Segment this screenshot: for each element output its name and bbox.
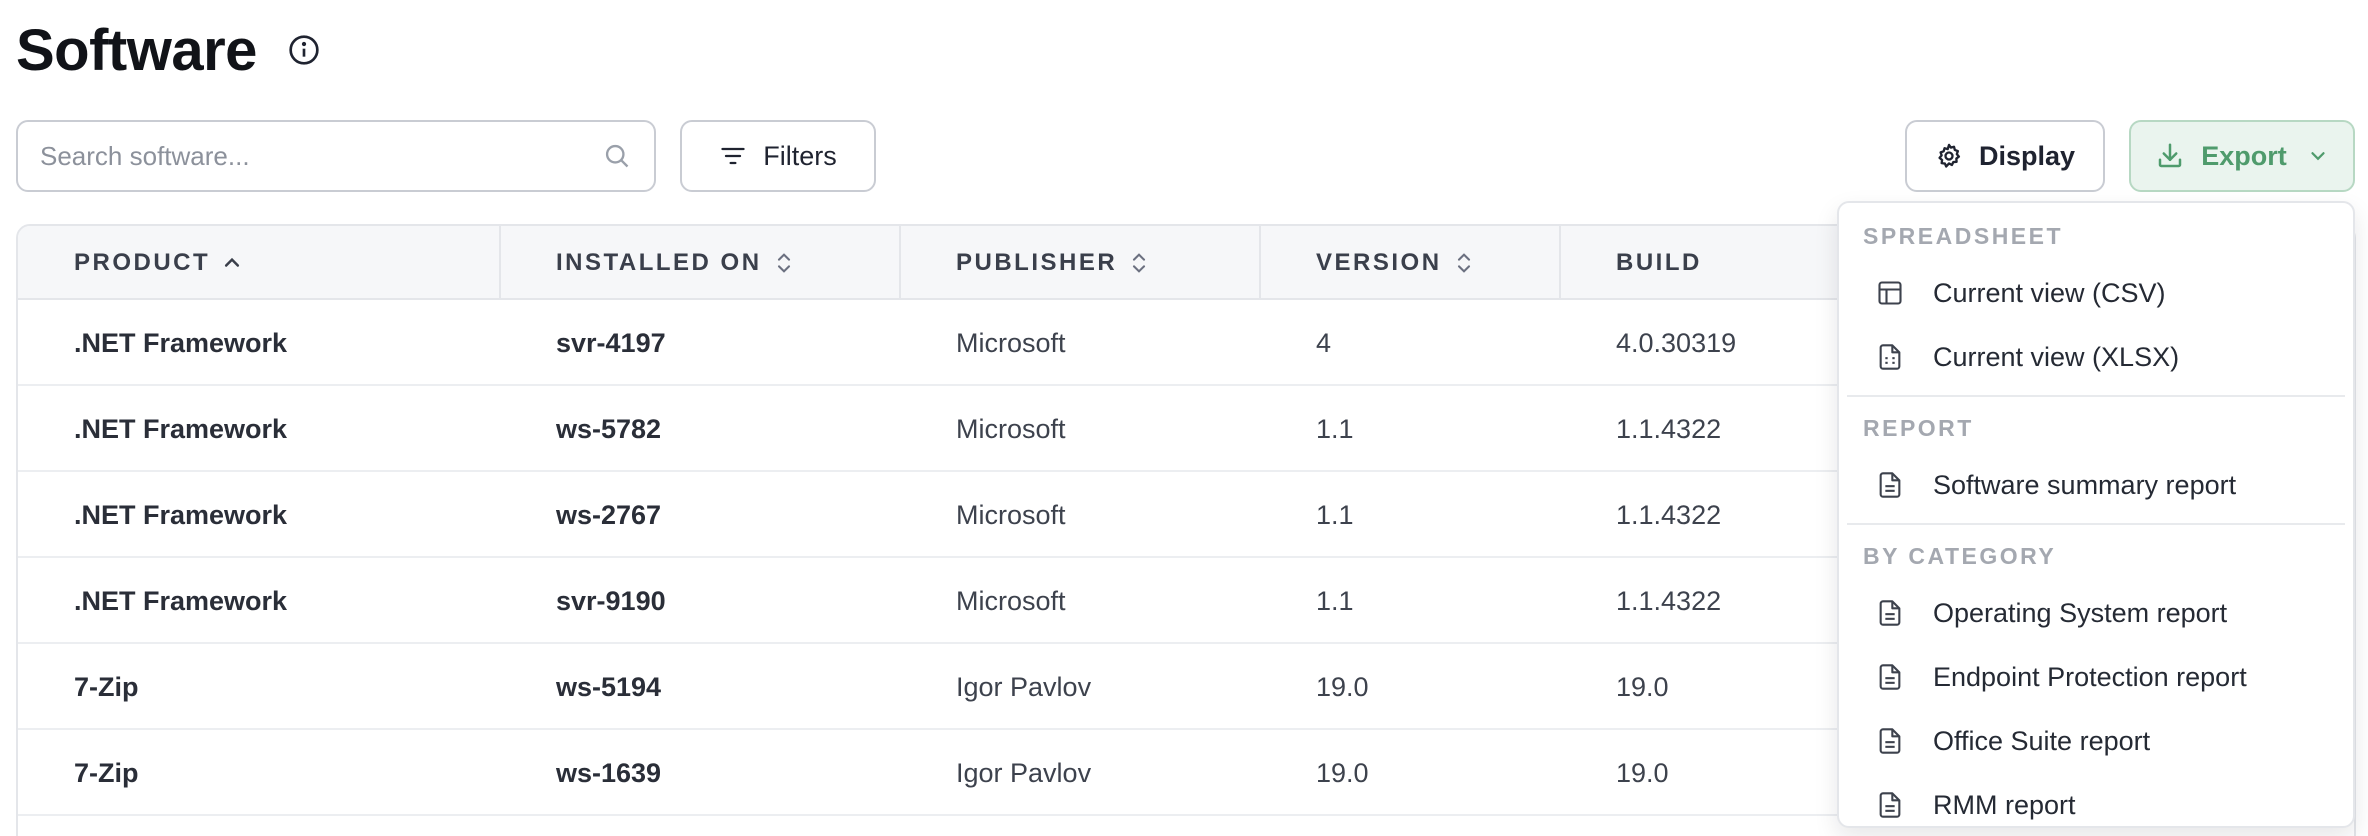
filter-icon: [719, 142, 747, 170]
spreadsheet-file-icon: [1875, 342, 1905, 372]
cell-publisher: Microsoft: [956, 327, 1066, 358]
chevron-down-icon: [2307, 145, 2329, 167]
document-icon: [1875, 662, 1905, 692]
cell-version: 4: [1316, 327, 1332, 358]
menu-item-label: Operating System report: [1933, 597, 2228, 628]
filters-button[interactable]: Filters: [680, 120, 876, 192]
title-row: Software: [16, 12, 321, 88]
sort-ascending-icon: [222, 253, 242, 273]
software-page: Software Filters Display: [0, 0, 2368, 836]
cell-build: 19.0: [1616, 757, 1669, 788]
cell-build: 1.1.4322: [1616, 413, 1722, 444]
menu-divider: [1847, 523, 2345, 525]
menu-item-rmm-report[interactable]: RMM report: [1839, 773, 2353, 836]
cell-installed-on: ws-5194: [556, 671, 662, 702]
export-button[interactable]: Export: [2129, 120, 2355, 192]
menu-item-label: Software summary report: [1933, 469, 2237, 500]
info-icon[interactable]: [287, 33, 321, 67]
cell-installed-on: svr-4197: [556, 327, 666, 358]
export-menu: SPREADSHEET Current view (CSV) Current v…: [1837, 201, 2355, 828]
display-label: Display: [1978, 140, 2076, 171]
menu-item-label: Current view (XLSX): [1933, 341, 2180, 372]
menu-item-office-suite-report[interactable]: Office Suite report: [1839, 709, 2353, 773]
column-divider[interactable]: [1259, 226, 1261, 300]
column-header-installed-on[interactable]: INSTALLED ON: [556, 226, 794, 300]
filters-label: Filters: [763, 140, 837, 171]
cell-version: 19.0: [1316, 757, 1369, 788]
cell-product: 7-Zip: [74, 671, 139, 702]
column-label: PUBLISHER: [956, 249, 1118, 276]
cell-product: .NET Framework: [74, 327, 288, 358]
cell-version: 1.1: [1316, 413, 1354, 444]
menu-item-label: Office Suite report: [1933, 725, 2151, 756]
column-label: PRODUCT: [74, 249, 211, 276]
column-header-build: BUILD: [1616, 226, 1702, 300]
cell-installed-on: ws-1639: [556, 757, 662, 788]
cell-build: 1.1.4322: [1616, 499, 1722, 530]
menu-item-current-view-csv[interactable]: Current view (CSV): [1839, 261, 2353, 325]
menu-item-endpoint-protection-report[interactable]: Endpoint Protection report: [1839, 645, 2353, 709]
cell-publisher: Igor Pavlov: [956, 671, 1092, 702]
cell-publisher: Microsoft: [956, 585, 1066, 616]
search-icon: [602, 141, 632, 171]
cell-publisher: Microsoft: [956, 499, 1066, 530]
menu-item-operating-system-report[interactable]: Operating System report: [1839, 581, 2353, 645]
document-icon: [1875, 726, 1905, 756]
cell-installed-on: ws-2767: [556, 499, 662, 530]
cell-version: 19.0: [1316, 671, 1369, 702]
column-label: VERSION: [1316, 249, 1442, 276]
menu-item-label: Endpoint Protection report: [1933, 661, 2247, 692]
cell-version: 1.1: [1316, 585, 1354, 616]
cell-build: 19.0: [1616, 671, 1669, 702]
cell-publisher: Microsoft: [956, 413, 1066, 444]
column-header-publisher[interactable]: PUBLISHER: [956, 226, 1149, 300]
search-box: [16, 120, 656, 192]
menu-item-label: RMM report: [1933, 789, 2076, 820]
column-divider[interactable]: [499, 226, 501, 300]
menu-item-label: Current view (CSV): [1933, 277, 2166, 308]
cell-product: .NET Framework: [74, 413, 288, 444]
page-title: Software: [16, 17, 257, 83]
search-input[interactable]: [40, 140, 602, 172]
menu-section-spreadsheet: SPREADSHEET: [1863, 222, 2064, 249]
menu-item-current-view-xlsx[interactable]: Current view (XLSX): [1839, 325, 2353, 389]
document-icon: [1875, 598, 1905, 628]
cell-product: .NET Framework: [74, 499, 288, 530]
sort-both-icon: [1454, 250, 1474, 276]
document-icon: [1875, 790, 1905, 820]
sort-both-icon: [1129, 250, 1149, 276]
column-label: INSTALLED ON: [556, 249, 762, 276]
export-label: Export: [2201, 140, 2287, 171]
column-header-version[interactable]: VERSION: [1316, 226, 1474, 300]
column-header-product[interactable]: PRODUCT: [74, 226, 242, 300]
sort-both-icon: [774, 250, 794, 276]
document-icon: [1875, 470, 1905, 500]
cell-version: 1.1: [1316, 499, 1354, 530]
display-button[interactable]: Display: [1905, 120, 2105, 192]
cell-installed-on: ws-5782: [556, 413, 662, 444]
cell-installed-on: svr-9190: [556, 585, 666, 616]
cell-build: 4.0.30319: [1616, 327, 1737, 358]
column-divider[interactable]: [899, 226, 901, 300]
cell-product: 7-Zip: [74, 757, 139, 788]
menu-divider: [1847, 395, 2345, 397]
table-icon: [1875, 278, 1905, 308]
menu-section-report: REPORT: [1863, 414, 1974, 441]
menu-section-by-category: BY CATEGORY: [1863, 542, 2057, 569]
cell-build: 1.1.4322: [1616, 585, 1722, 616]
menu-item-software-summary-report[interactable]: Software summary report: [1839, 453, 2353, 517]
cell-publisher: Igor Pavlov: [956, 757, 1092, 788]
download-icon: [2155, 141, 2185, 171]
column-divider[interactable]: [1559, 226, 1561, 300]
cell-product: .NET Framework: [74, 585, 288, 616]
column-label: BUILD: [1616, 249, 1702, 276]
gear-icon: [1935, 142, 1963, 170]
